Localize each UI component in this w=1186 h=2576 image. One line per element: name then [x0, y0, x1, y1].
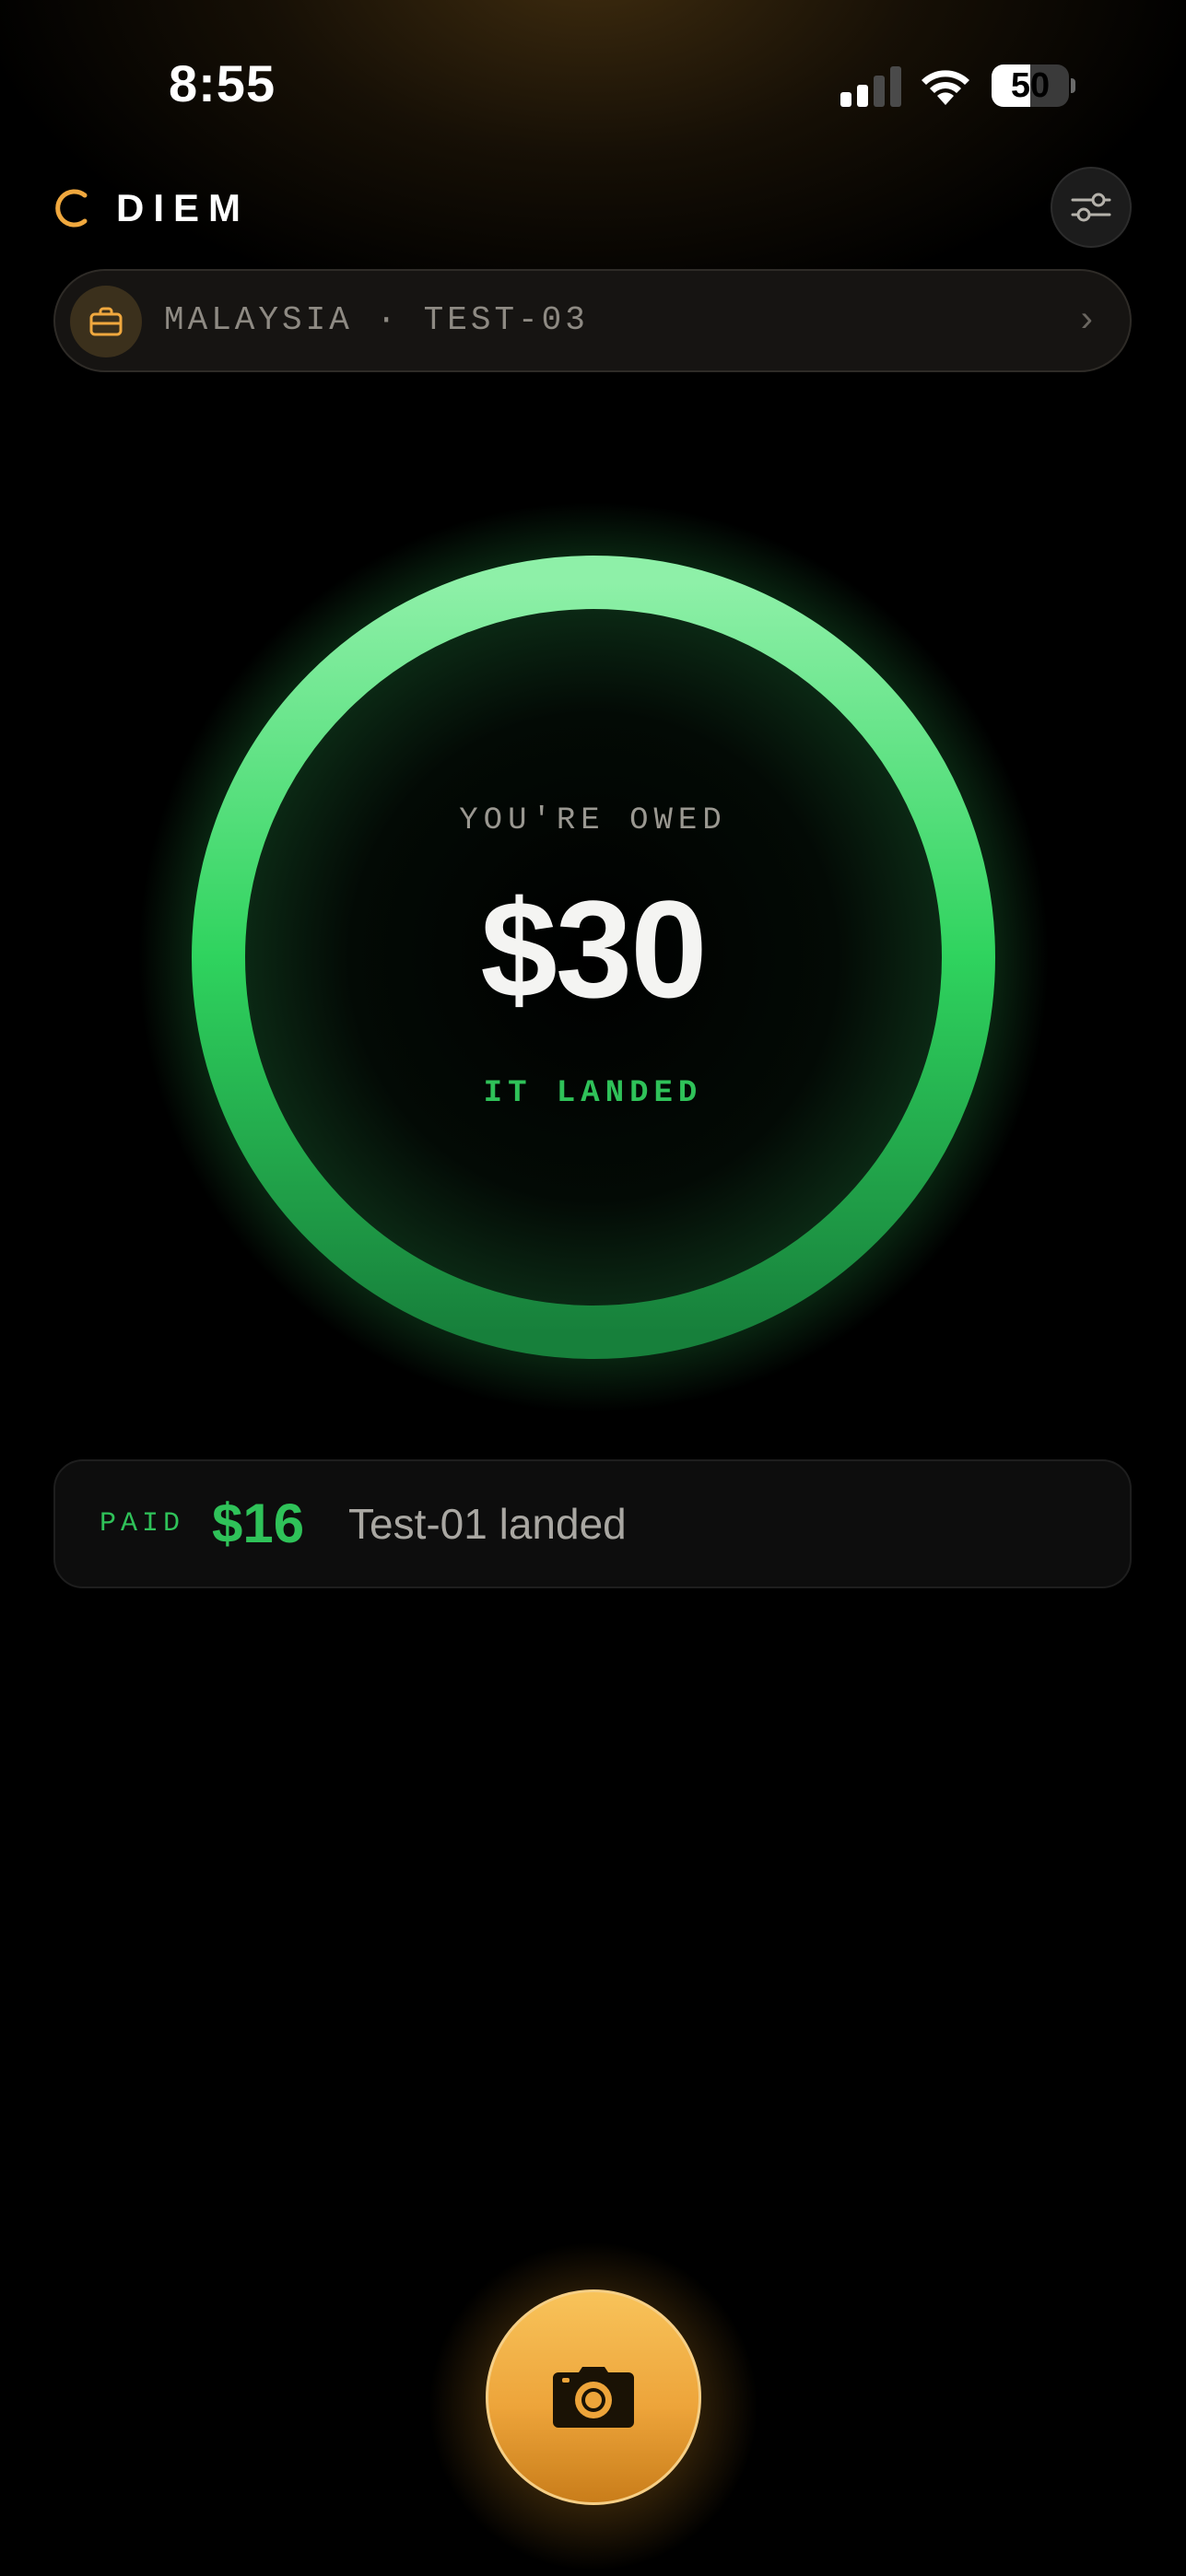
- battery-nub: [1071, 78, 1075, 93]
- paid-activity-card[interactable]: PAID $16 Test-01 landed: [53, 1459, 1132, 1588]
- status-time: 8:55: [169, 54, 276, 112]
- sliders-icon: [1071, 193, 1111, 222]
- paid-amount: $16: [212, 1493, 305, 1554]
- filter-settings-button[interactable]: [1051, 167, 1132, 248]
- trip-label: MALAYSIA · TEST-03: [164, 301, 589, 339]
- brand-logo-icon: [55, 189, 88, 228]
- paid-label: PAID: [100, 1508, 185, 1540]
- paid-description: Test-01 landed: [348, 1500, 627, 1548]
- battery-body: 50: [992, 64, 1069, 107]
- app-screen: 8:55 50 DIEM MALAYSIA · TEST-03 › YOU'RE…: [0, 0, 1186, 2576]
- briefcase-icon: [89, 307, 123, 336]
- camera-icon: [553, 2367, 634, 2428]
- wifi-icon: [922, 70, 969, 105]
- brand-name: DIEM: [116, 186, 250, 229]
- chevron-right-icon: ›: [1080, 299, 1093, 339]
- camera-capture-button[interactable]: [486, 2289, 701, 2505]
- owed-amount: $30: [480, 872, 707, 1026]
- owed-label: YOU'RE OWED: [459, 803, 727, 838]
- battery-indicator: 50: [992, 64, 1075, 107]
- battery-percentage: 50: [1010, 66, 1051, 105]
- cellular-signal-icon: [840, 66, 901, 107]
- trip-icon-badge: [70, 286, 142, 357]
- trip-selector[interactable]: MALAYSIA · TEST-03 ›: [53, 269, 1132, 372]
- owed-status: IT LANDED: [483, 1076, 703, 1111]
